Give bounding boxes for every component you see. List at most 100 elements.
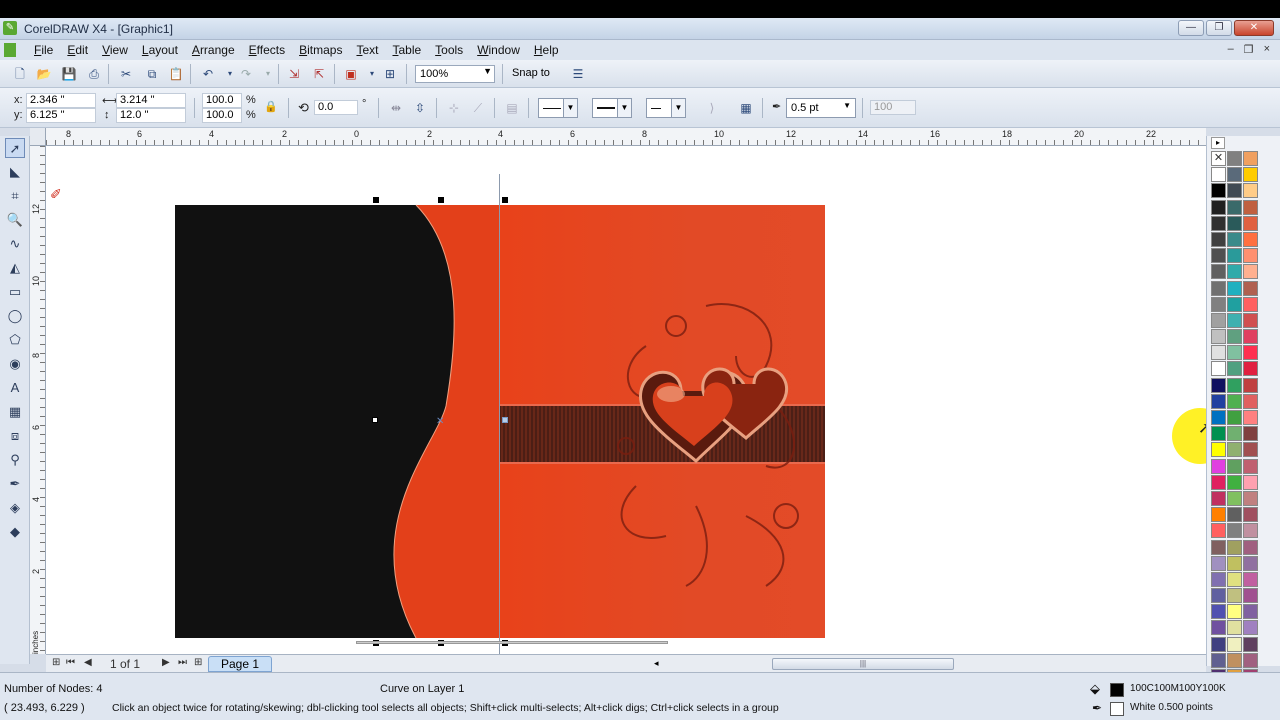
interactive-blend-tool-icon[interactable]: ⧈ [5,426,25,446]
palette-swatch[interactable] [1227,393,1242,409]
smart-fill-tool-icon[interactable]: ◭ [5,258,25,278]
palette-swatch[interactable] [1243,442,1258,458]
close-button[interactable]: ✕ [1234,20,1274,36]
vertical-ruler[interactable]: 12 10 8 6 4 2 inches [30,146,46,654]
palette-swatch[interactable] [1211,410,1226,425]
save-icon[interactable]: 💾 [61,66,77,82]
paste-icon[interactable]: 📋 [168,66,184,82]
snap-to-button[interactable]: Snap to [512,67,550,79]
fill-tool-icon[interactable]: ◈ [5,498,25,518]
palette-swatch[interactable] [1211,345,1226,361]
palette-swatch[interactable] [1211,458,1226,474]
welcome-screen-icon[interactable]: ⊞ [382,66,398,82]
palette-swatch[interactable] [1243,280,1258,296]
fill-color-swatch[interactable] [1110,683,1124,697]
palette-swatch[interactable] [1227,183,1242,199]
page-tab[interactable]: Page 1 [208,656,272,672]
curve-smoothness-field[interactable]: 100 [870,100,916,115]
palette-swatch[interactable] [1211,539,1226,555]
outline-tool-icon[interactable]: ✒ [5,474,25,494]
palette-swatch[interactable] [1211,604,1226,620]
first-page-icon[interactable]: ⏮ [66,657,75,668]
menu-help[interactable]: Help [534,43,567,57]
palette-swatch[interactable] [1227,620,1242,636]
freehand-tool-icon[interactable]: ∿ [5,234,25,254]
palette-swatch[interactable] [1211,280,1226,296]
palette-swatch[interactable] [1227,312,1242,328]
export-icon[interactable]: ⇱ [311,66,327,82]
rotation-angle-field[interactable]: 0.0 [314,100,358,115]
palette-swatch[interactable] [1243,490,1258,506]
palette-scroll-icon[interactable]: ▸ [1211,137,1225,149]
palette-swatch[interactable] [1211,377,1226,393]
coreldraw-app-icon[interactable]: ✎ [3,21,17,35]
palette-swatch[interactable] [1243,167,1258,183]
end-arrowhead-select[interactable]: ▼ [646,98,686,118]
palette-swatch[interactable] [1243,652,1258,668]
palette-swatch[interactable] [1211,329,1226,345]
width-field[interactable]: 3.214 " [116,93,186,108]
palette-swatch[interactable] [1243,329,1258,345]
palette-swatch[interactable] [1211,231,1226,247]
palette-swatch[interactable] [1243,393,1258,409]
palette-swatch[interactable] [1227,377,1242,393]
palette-swatch[interactable] [1211,588,1226,604]
palette-swatch[interactable] [1211,361,1226,377]
no-color-swatch[interactable]: ✕ [1211,151,1226,166]
doc-minimize-button[interactable]: – [1228,43,1234,56]
palette-swatch[interactable] [1227,248,1242,264]
palette-swatch[interactable] [1227,442,1242,458]
line-style-select[interactable]: ▼ [592,98,632,118]
palette-swatch[interactable] [1243,377,1258,393]
ellipse-tool-icon[interactable]: ◯ [5,306,25,326]
guideline-vertical[interactable] [499,174,500,654]
palette-swatch[interactable] [1211,183,1226,199]
cut-icon[interactable]: ✂ [118,66,134,82]
palette-swatch[interactable] [1211,507,1226,523]
palette-swatch[interactable] [1211,652,1226,668]
pick-tool-icon[interactable]: ➚ [5,138,25,158]
convert-line-icon[interactable]: ⟋ [470,100,486,116]
palette-swatch[interactable] [1243,199,1258,215]
wrap-paragraph-icon[interactable]: ▦ [738,100,754,116]
menu-text[interactable]: Text [356,43,386,57]
selection-handle[interactable] [438,197,444,203]
palette-swatch[interactable] [1243,264,1258,280]
menu-tools[interactable]: Tools [435,43,471,57]
palette-swatch[interactable] [1227,636,1242,652]
crop-tool-icon[interactable]: ⌗ [5,186,25,206]
palette-swatch[interactable] [1211,426,1226,442]
palette-swatch[interactable] [1243,345,1258,361]
palette-swatch[interactable] [1227,604,1242,620]
palette-swatch[interactable] [1211,199,1226,215]
height-field[interactable]: 12.0 " [116,108,186,123]
interactive-fill-tool-icon[interactable]: ◆ [5,522,25,542]
minimize-button[interactable]: — [1178,20,1204,36]
palette-swatch[interactable] [1243,507,1258,523]
menu-effects[interactable]: Effects [249,43,293,57]
palette-swatch[interactable] [1227,426,1242,442]
palette-swatch[interactable] [1243,361,1258,377]
document-icon[interactable] [4,43,16,57]
horizontal-ruler[interactable]: 8 6 4 2 0 2 4 6 8 10 12 14 16 18 20 22 [46,128,1206,146]
palette-swatch[interactable] [1243,183,1258,199]
selection-handle[interactable] [373,197,379,203]
previous-page-icon[interactable]: ◀ [84,657,92,668]
mirror-horizontal-icon[interactable]: ⇹ [388,100,404,116]
menu-bitmaps[interactable]: Bitmaps [299,43,350,57]
polygon-tool-icon[interactable]: ⬠ [5,330,25,350]
redo-dropdown-icon[interactable]: ▾ [260,66,276,82]
palette-swatch[interactable] [1243,588,1258,604]
palette-swatch[interactable] [1211,571,1226,587]
palette-swatch[interactable] [1227,167,1242,183]
close-curve-icon[interactable]: ⟩ [704,100,720,116]
doc-restore-button[interactable]: ❐ [1244,43,1254,56]
palette-swatch[interactable] [1243,474,1258,490]
palette-swatch[interactable] [1243,571,1258,587]
palette-swatch[interactable] [1227,264,1242,280]
open-icon[interactable]: 📂 [36,66,52,82]
menu-edit[interactable]: Edit [67,43,96,57]
palette-swatch[interactable] [1243,620,1258,636]
palette-swatch[interactable] [1227,555,1242,571]
palette-swatch[interactable] [1227,523,1242,539]
